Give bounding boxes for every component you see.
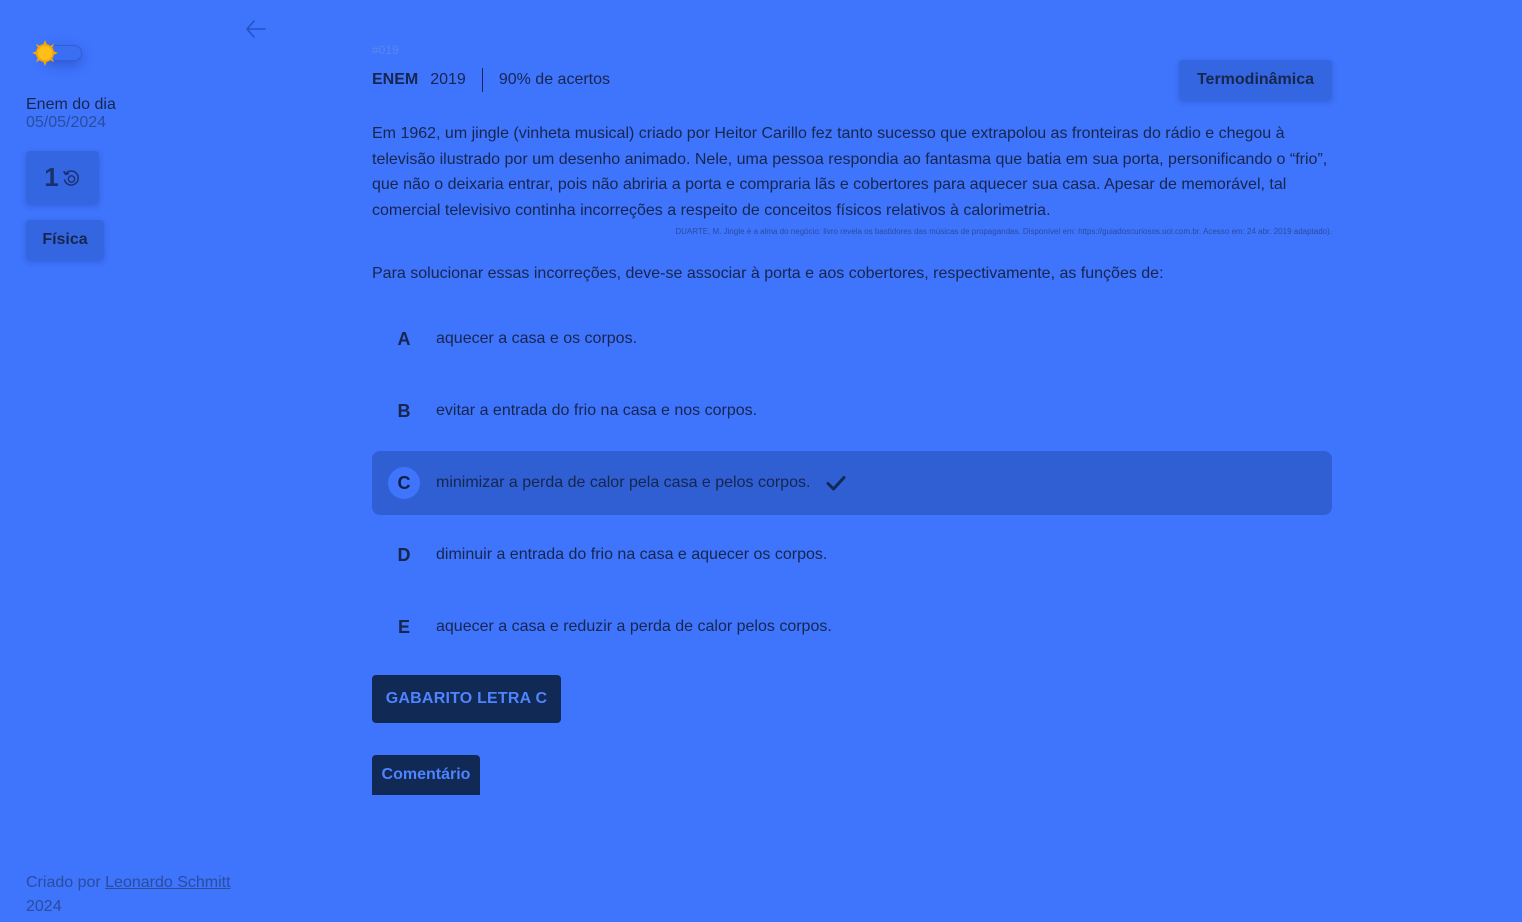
check-icon <box>826 476 846 491</box>
streak-counter: 1 <box>26 151 99 204</box>
day-title: Enem do dia <box>26 96 116 113</box>
accuracy-rate: 90% de acertos <box>498 71 611 88</box>
comment-button[interactable]: Comentário <box>372 755 480 795</box>
meta-divider <box>481 68 483 92</box>
author-link[interactable]: Leonardo Schmitt <box>105 874 230 891</box>
sun-icon <box>32 40 58 66</box>
page: Enem do dia 05/05/2024 1 Física Criado p… <box>0 0 1522 922</box>
back-button[interactable] <box>244 18 268 40</box>
exam-year: 2019 <box>430 71 466 88</box>
alternative-letter: A <box>397 328 411 349</box>
alternative-c[interactable]: C minimizar a perda de calor pela casa e… <box>372 451 1332 515</box>
question-statement: Em 1962, um jingle (vinheta musical) cri… <box>372 125 1328 219</box>
answer-key-button[interactable]: GABARITO LETRA C <box>372 675 561 723</box>
alternative-e[interactable]: E aquecer a casa e reduzir a perda de ca… <box>372 595 1332 659</box>
credits-prefix: Criado por <box>26 874 101 891</box>
alternative-text: aquecer a casa e reduzir a perda de calo… <box>436 618 832 635</box>
question-meta: ENEM 2019 90% de acertos <box>372 68 610 92</box>
subject-chip[interactable]: Física <box>26 220 104 260</box>
day-date: 05/05/2024 <box>26 114 107 131</box>
alternative-letter: E <box>397 616 410 637</box>
alternative-letter: B <box>397 400 411 421</box>
alternative-text: evitar a entrada do frio na casa e nos c… <box>436 402 758 419</box>
question-number: #019 <box>372 43 399 57</box>
question-source: DUARTE, M. Jingle é a alma do negócio: l… <box>675 227 1332 236</box>
alternative-b[interactable]: B evitar a entrada do frio na casa e nos… <box>372 379 1332 443</box>
credits-year: 2024 <box>26 898 62 915</box>
streak-count: 1 <box>44 162 59 192</box>
arrow-left-icon <box>246 20 266 38</box>
alternative-a[interactable]: A aquecer a casa e os corpos. <box>372 307 1332 371</box>
credits: Criado por Leonardo Schmitt 2024 <box>26 871 231 919</box>
alternative-letter: C <box>388 467 420 499</box>
topic-chip[interactable]: Termodinâmica <box>1179 60 1332 100</box>
exam-name: ENEM <box>372 71 419 88</box>
alternative-text: diminuir a entrada do frio na casa e aqu… <box>436 546 828 563</box>
question-command: Para solucionar essas incorreções, deve-… <box>372 265 1164 282</box>
clock-rotate-icon <box>62 169 79 186</box>
alternative-d[interactable]: D diminuir a entrada do frio na casa e a… <box>372 523 1332 587</box>
alternative-letter: D <box>397 544 411 565</box>
alternative-text: aquecer a casa e os corpos. <box>436 330 638 347</box>
alternative-text: minimizar a perda de calor pela casa e p… <box>436 474 811 491</box>
theme-toggle[interactable] <box>30 38 83 68</box>
